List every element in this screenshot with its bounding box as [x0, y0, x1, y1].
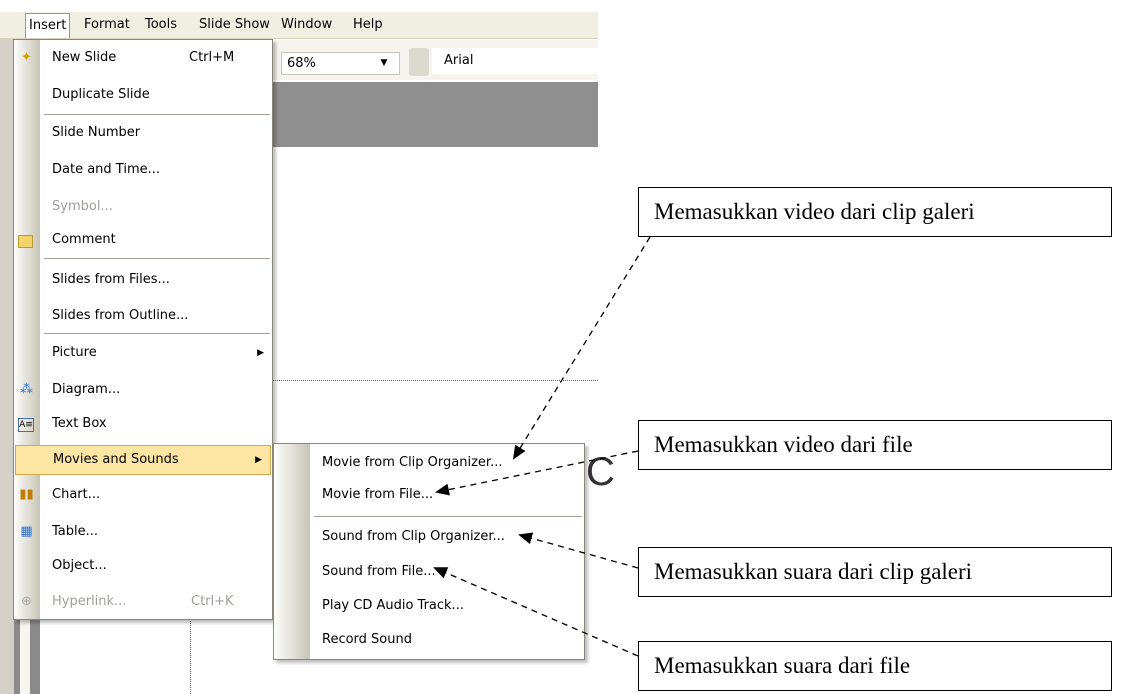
annotation-arrows	[433, 236, 651, 657]
arrow-video-clip	[512, 236, 651, 460]
arrow-video-file	[435, 450, 639, 496]
arrow-sound-file	[433, 567, 639, 657]
arrow-sound-clip	[518, 532, 639, 569]
